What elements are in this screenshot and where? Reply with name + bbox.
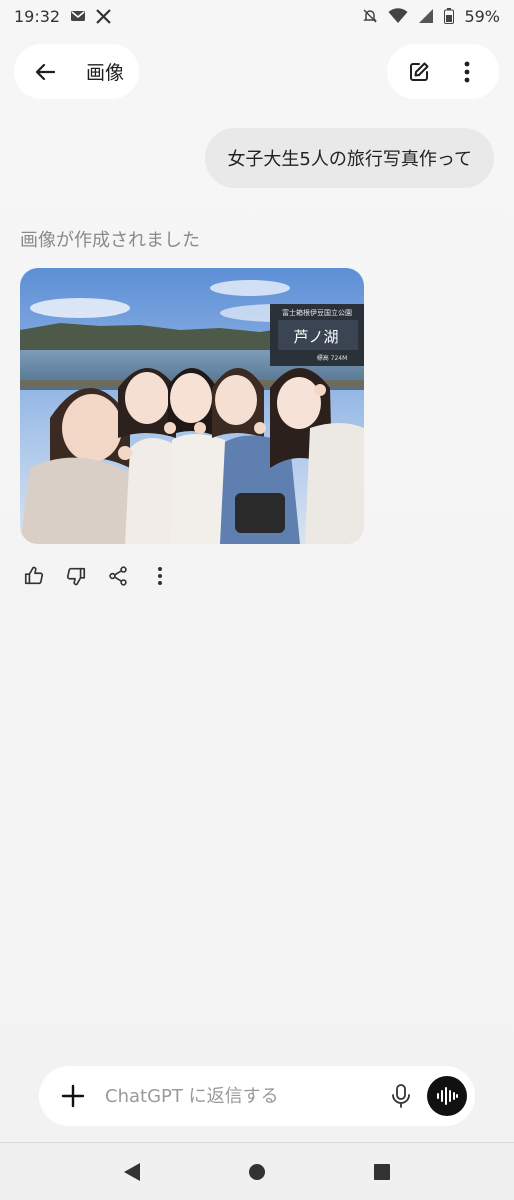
nav-recents-icon[interactable]: [362, 1152, 402, 1192]
user-message-bubble: 女子大生5人の旅行写真作って: [205, 128, 494, 188]
composer: [39, 1066, 475, 1126]
plus-icon[interactable]: [57, 1080, 89, 1112]
notifications-muted-icon: [362, 8, 378, 24]
system-nav-bar: [0, 1143, 514, 1200]
sign-elevation: 標高 724M: [317, 354, 348, 362]
sign-big-text: 芦ノ湖: [293, 328, 338, 346]
image-created-label: 画像が作成されました: [20, 230, 200, 251]
more-vert-icon[interactable]: [450, 55, 484, 89]
page-title: 画像: [86, 62, 125, 84]
message-input[interactable]: [103, 1084, 383, 1108]
generated-photo: 富士箱根伊豆国立公園 芦ノ湖 標高 724M: [20, 268, 364, 544]
thumbs-down-icon[interactable]: [62, 562, 90, 590]
battery-level: 59%: [464, 6, 500, 26]
people: [20, 368, 364, 544]
more-vert-icon[interactable]: [146, 562, 174, 590]
thumbs-up-icon[interactable]: [20, 562, 48, 590]
clock: 19:32: [14, 6, 61, 26]
x-logo-icon: [96, 8, 111, 24]
generated-image[interactable]: 富士箱根伊豆国立公園 芦ノ湖 標高 724M: [20, 268, 364, 544]
back-arrow-icon[interactable]: [28, 55, 62, 89]
battery-icon: [444, 8, 455, 24]
mail-icon: [70, 9, 86, 23]
nav-home-icon[interactable]: [237, 1152, 277, 1192]
mic-icon[interactable]: [383, 1078, 419, 1114]
status-right: 59%: [362, 7, 500, 26]
edit-icon[interactable]: [402, 55, 436, 89]
message-actions: [20, 562, 174, 590]
sign-small-text: 富士箱根伊豆国立公園: [282, 308, 352, 317]
status-bar: 19:32 59%: [0, 0, 514, 32]
signal-icon: [418, 8, 434, 24]
header-back-pill: 画像: [14, 44, 139, 99]
wifi-icon: [388, 8, 408, 24]
share-icon[interactable]: [104, 562, 132, 590]
nav-back-icon[interactable]: [112, 1152, 152, 1192]
status-left: 19:32: [14, 7, 111, 26]
voice-mode-icon[interactable]: [427, 1076, 467, 1116]
header-actions-pill: [387, 44, 499, 99]
chat-screen: 19:32 59% 画像 女子大生5人の旅行写真作って 画像が作成されました 富…: [0, 0, 514, 1200]
